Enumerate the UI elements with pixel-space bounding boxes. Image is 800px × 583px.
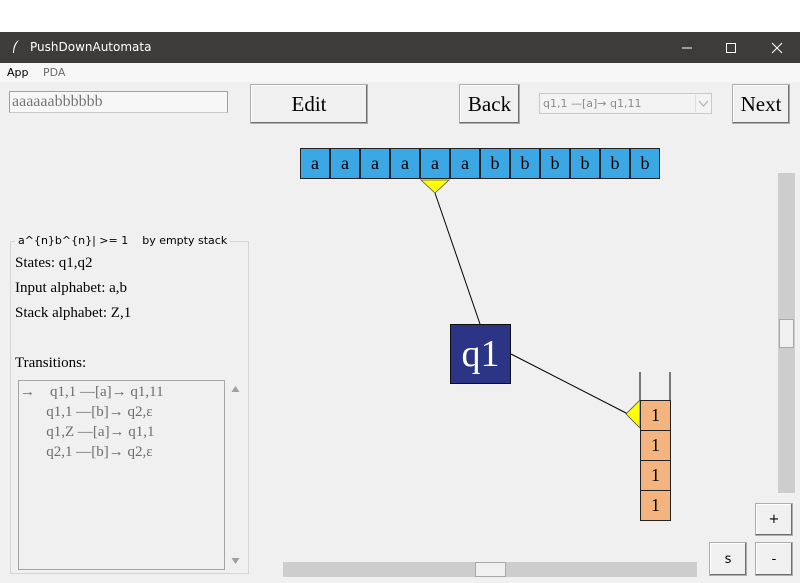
tape-cell: a <box>390 148 420 179</box>
tape-cell: a <box>300 148 330 179</box>
tape-cell: b <box>540 148 570 179</box>
connector-lines <box>419 179 671 429</box>
stack-cell: 1 <box>640 490 671 521</box>
stack-cell: 1 <box>640 430 671 461</box>
zoom-in-button[interactable]: + <box>755 503 793 536</box>
tape-cell: b <box>600 148 630 179</box>
tape-cell: a <box>450 148 480 179</box>
stack-head-marker <box>625 399 641 429</box>
stack-cell: 1 <box>640 400 671 431</box>
stack-head-line <box>510 353 629 415</box>
s-button[interactable]: s <box>709 542 747 576</box>
current-state: q1 <box>450 324 511 384</box>
tape-cell: a <box>360 148 390 179</box>
tape-cell: a <box>420 148 450 179</box>
zoom-out-button[interactable]: - <box>755 542 793 576</box>
vertical-scroll-thumb[interactable] <box>779 319 794 348</box>
tape-cell: b <box>480 148 510 179</box>
tape-cell: b <box>510 148 540 179</box>
tape-head-line <box>434 192 481 325</box>
horizontal-scroll-thumb[interactable] <box>475 562 506 577</box>
tape-cell: b <box>630 148 660 179</box>
tape-cell: b <box>570 148 600 179</box>
stack-cell: 1 <box>640 460 671 491</box>
tape-cell: a <box>330 148 360 179</box>
tape-head-marker <box>419 179 451 194</box>
